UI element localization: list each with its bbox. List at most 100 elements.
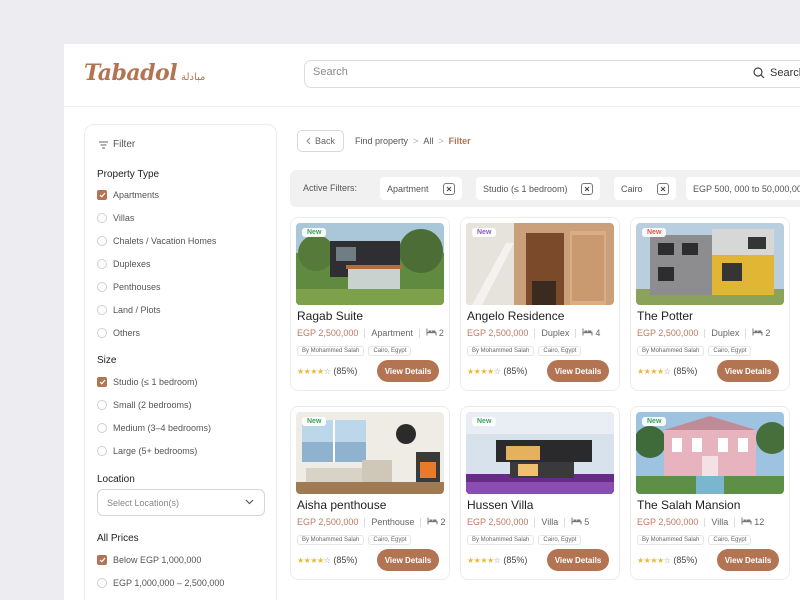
checkbox-unchecked-icon[interactable] [97, 446, 107, 456]
logo[interactable]: Tabadol مبادلة [84, 60, 205, 86]
price-option[interactable]: Below EGP 1,000,000 [97, 555, 201, 565]
owner-tag[interactable]: By Mohammed Salah [467, 346, 535, 356]
property-title[interactable]: Hussen Villa [467, 498, 533, 512]
property-type-option[interactable]: Villas [97, 213, 134, 223]
divider [564, 517, 566, 527]
new-badge: New [472, 228, 497, 237]
view-details-button[interactable]: View Details [717, 360, 779, 382]
owner-tag[interactable]: By Mohammed Salah [297, 535, 365, 545]
checkbox-checked-icon[interactable] [97, 190, 107, 200]
location-tag: Cairo, Egypt [708, 346, 752, 356]
size-option-label: Large (5+ bedrooms) [113, 446, 198, 456]
owner-tag[interactable]: By Mohammed Salah [297, 346, 365, 356]
location-select[interactable]: Select Location(s) [97, 489, 265, 516]
checkbox-unchecked-icon[interactable] [97, 423, 107, 433]
bedroom-count: 12 [754, 517, 765, 527]
property-type-option[interactable]: Duplexes [97, 259, 151, 269]
active-filters-label: Active Filters: [303, 183, 358, 193]
bed-icon [741, 517, 752, 527]
property-image[interactable]: New [466, 412, 614, 494]
breadcrumb-find-property[interactable]: Find property [355, 136, 408, 146]
checkbox-unchecked-icon[interactable] [97, 305, 107, 315]
property-type-option-label: Others [113, 328, 141, 338]
owner-tag[interactable]: By Mohammed Salah [637, 535, 705, 545]
property-type-option[interactable]: Chalets / Vacation Homes [97, 236, 216, 246]
divider [704, 328, 706, 338]
divider [534, 328, 536, 338]
property-image[interactable]: New [466, 223, 614, 305]
close-icon[interactable] [656, 182, 669, 195]
property-type: Villa [541, 517, 559, 527]
checkbox-unchecked-icon[interactable] [97, 578, 107, 588]
price-option[interactable]: EGP 1,000,000 – 2,500,000 [97, 578, 224, 588]
logo-arabic-text: مبادلة [181, 72, 206, 83]
size-option[interactable]: Studio (≤ 1 bedroom) [97, 377, 197, 387]
property-card[interactable]: New The Potter EGP 2,500,000 Duplex 2 By Moha… [630, 217, 790, 391]
checkbox-unchecked-icon[interactable] [97, 282, 107, 292]
rating-text: (85%) [503, 366, 528, 376]
size-option[interactable]: Large (5+ bedrooms) [97, 446, 197, 456]
owner-tag[interactable]: By Mohammed Salah [637, 346, 705, 356]
search-input[interactable] [313, 66, 733, 78]
property-type-option[interactable]: Others [97, 328, 140, 338]
bedrooms: 12 [741, 517, 764, 527]
divider [704, 517, 706, 527]
bedroom-count: 2 [438, 328, 444, 338]
property-card[interactable]: New Angelo Residence EGP 2,500,000 Duplex 4 B… [460, 217, 620, 391]
property-type-option[interactable]: Land / Plots [97, 305, 161, 315]
size-option[interactable]: Medium (3–4 bedrooms) [97, 423, 211, 433]
property-title[interactable]: Aisha penthouse [297, 498, 386, 512]
checkbox-checked-icon[interactable] [97, 555, 107, 565]
property-tags: By Mohammed Salah Cairo, Egypt [637, 535, 752, 545]
property-card[interactable]: New Ragab Suite EGP 2,500,000 Apartment 2 By … [290, 217, 450, 391]
property-type-option[interactable]: Apartments [97, 190, 159, 200]
checkbox-unchecked-icon[interactable] [97, 328, 107, 338]
property-price: EGP 2,500,000 [467, 517, 529, 527]
property-type-option[interactable]: Penthouses [97, 282, 161, 292]
view-details-button[interactable]: View Details [377, 549, 439, 571]
checkbox-unchecked-icon[interactable] [97, 259, 107, 269]
checkbox-unchecked-icon[interactable] [97, 236, 107, 246]
view-details-button[interactable]: View Details [547, 360, 609, 382]
owner-tag[interactable]: By Mohammed Salah [467, 535, 535, 545]
view-details-button[interactable]: View Details [547, 549, 609, 571]
filter-header[interactable]: Filter [99, 139, 135, 150]
divider [420, 517, 422, 527]
close-icon[interactable] [442, 182, 455, 195]
checkbox-unchecked-icon[interactable] [97, 213, 107, 223]
property-image[interactable]: New [296, 223, 444, 305]
property-title[interactable]: The Salah Mansion [637, 498, 740, 512]
property-type-option-label: Penthouses [113, 282, 161, 292]
property-title[interactable]: Ragab Suite [297, 309, 363, 323]
bed-icon [582, 328, 593, 338]
view-details-button[interactable]: View Details [377, 360, 439, 382]
property-meta: EGP 2,500,000 Duplex 2 [637, 328, 770, 338]
new-badge: New [302, 417, 327, 426]
property-card[interactable]: New The Salah Mansion EGP 2,500,000 Villa 12… [630, 406, 790, 580]
chevron-left-icon [306, 137, 311, 145]
chevron-down-icon [245, 499, 254, 505]
checkbox-unchecked-icon[interactable] [97, 400, 107, 410]
back-button[interactable]: Back [297, 130, 345, 152]
filter-label: Filter [113, 139, 136, 150]
size-option[interactable]: Small (2 bedrooms) [97, 400, 192, 410]
property-image[interactable]: New [636, 412, 784, 494]
checkbox-checked-icon[interactable] [97, 377, 107, 387]
property-card[interactable]: New Aisha penthouse EGP 2,500,000 Penthouse… [290, 406, 450, 580]
close-icon[interactable] [581, 182, 594, 195]
property-meta: EGP 2,500,000 Apartment 2 [297, 328, 444, 338]
search-button[interactable]: Search [753, 67, 800, 79]
property-card[interactable]: New Hussen Villa EGP 2,500,000 Villa 5 By Moh… [460, 406, 620, 580]
property-title[interactable]: Angelo Residence [467, 309, 564, 323]
bedrooms: 2 [426, 328, 444, 338]
bedroom-count: 5 [584, 517, 590, 527]
view-details-button[interactable]: View Details [717, 549, 779, 571]
property-image[interactable]: New [296, 412, 444, 494]
rating: ★★★★☆ (85%) [637, 366, 697, 376]
filter-chip-label: Cairo [621, 183, 643, 194]
property-title[interactable]: The Potter [637, 309, 693, 323]
property-image[interactable]: New [636, 223, 784, 305]
property-price: EGP 2,500,000 [637, 328, 699, 338]
location-select-placeholder: Select Location(s) [107, 498, 180, 508]
breadcrumb-all[interactable]: All [423, 136, 433, 146]
